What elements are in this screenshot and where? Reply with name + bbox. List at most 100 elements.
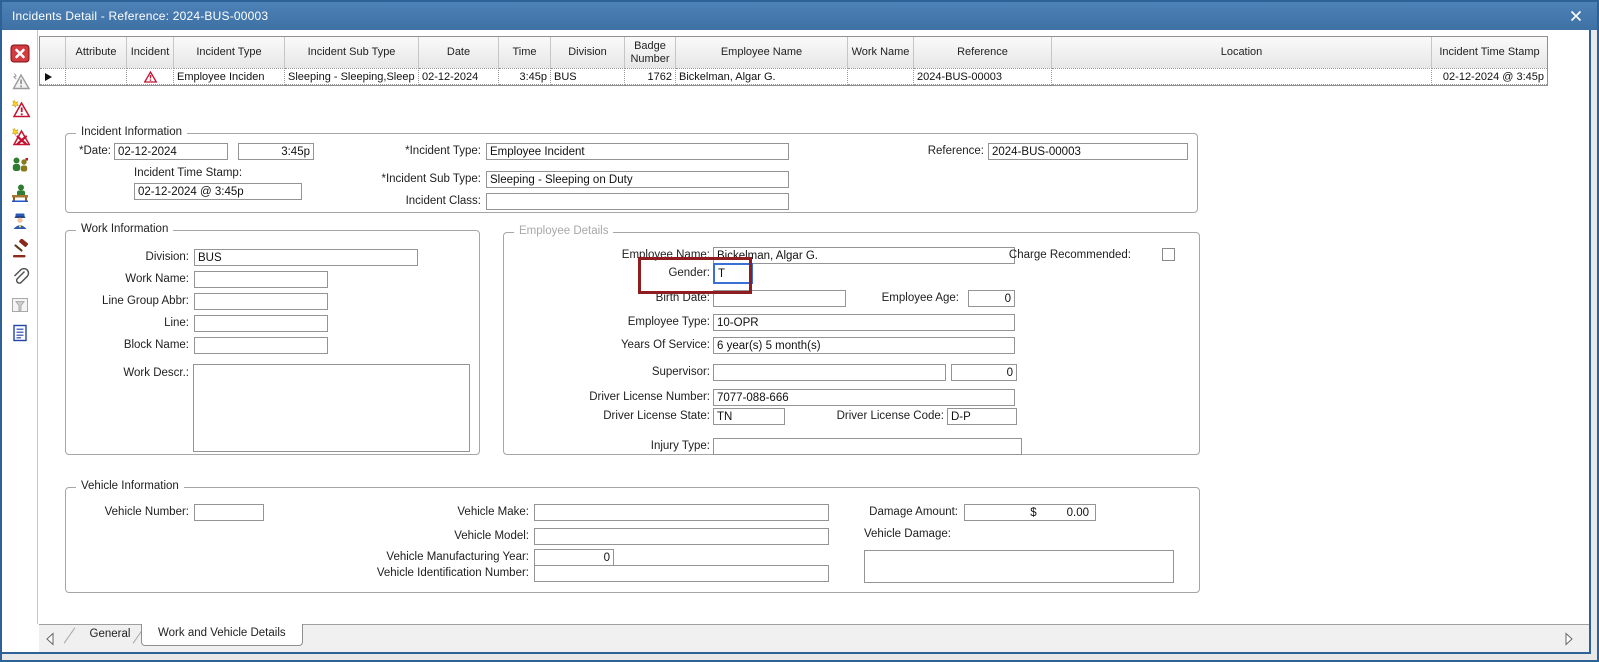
vehicle-year-label: Vehicle Manufacturing Year: (386, 551, 529, 563)
reference-label: Reference: (927, 145, 984, 157)
vehicle-number-field[interactable] (194, 504, 264, 521)
work-descr-textarea[interactable] (193, 364, 470, 452)
injury-type-field[interactable] (713, 438, 1022, 455)
persons-button[interactable] (8, 155, 32, 175)
charge-recommended-checkbox[interactable] (1162, 248, 1175, 261)
driver-license-state-field[interactable]: TN (713, 408, 785, 425)
cell-badge-number[interactable]: 1762 (625, 68, 676, 85)
cell-employee-name[interactable]: Bickelman, Algar G. (676, 68, 848, 85)
supervisor-label: Supervisor: (651, 366, 710, 378)
driver-license-number-field[interactable]: 7077-088-666 (713, 389, 1015, 406)
years-of-service-field[interactable]: 6 year(s) 5 month(s) (713, 337, 1015, 354)
line-field[interactable] (194, 315, 328, 332)
cell-incident-time-stamp[interactable]: 02-12-2024 @ 3:45p (1432, 68, 1547, 85)
tab-work-and-vehicle-details[interactable]: Work and Vehicle Details (141, 624, 303, 646)
incident-time-stamp-label: Incident Time Stamp: (134, 167, 243, 179)
gavel-icon (12, 239, 28, 258)
cell-reference[interactable]: 2024-BUS-00003 (914, 68, 1052, 85)
delete-record-button[interactable] (8, 43, 32, 63)
charge-recommended-label: Charge Recommended: (1008, 249, 1131, 261)
column-header-incident-sub-type[interactable]: Incident Sub Type (285, 37, 419, 68)
cell-incident-type[interactable]: Employee Inciden (174, 68, 285, 85)
row-selector-cell[interactable] (40, 68, 66, 85)
grid-header-row: Attribute Incident Incident Type Inciden… (40, 37, 1547, 68)
column-header-reference[interactable]: Reference (914, 37, 1052, 68)
vehicle-make-label: Vehicle Make: (457, 506, 529, 518)
cell-attribute[interactable] (66, 68, 127, 85)
supervisor-field[interactable] (713, 364, 946, 381)
red-x-icon (10, 44, 29, 62)
employee-type-field[interactable]: 10-OPR (713, 314, 1015, 331)
officer-button[interactable] (8, 211, 32, 231)
cell-incident[interactable] (127, 68, 174, 85)
employee-age-label: Employee Age: (881, 292, 959, 304)
vehicle-model-field[interactable] (534, 528, 829, 545)
tab-scroll-right-button[interactable] (1563, 631, 1575, 646)
police-officer-icon (13, 213, 26, 229)
client-area: Attribute Incident Incident Type Inciden… (2, 30, 1591, 654)
cell-date[interactable]: 02-12-2024 (419, 68, 499, 85)
attachments-button[interactable] (8, 267, 32, 287)
tab-general[interactable]: General (79, 628, 141, 640)
column-header-incident[interactable]: Incident (127, 37, 174, 68)
incident-time-stamp-field[interactable]: 02-12-2024 @ 3:45p (134, 183, 302, 200)
date-field[interactable]: 02-12-2024 (114, 143, 228, 160)
damage-amount-field[interactable]: $ 0.00 (964, 504, 1096, 521)
column-header-division[interactable]: Division (551, 37, 625, 68)
grid-data-row[interactable]: Employee Inciden Sleeping - Sleeping,Sle… (40, 68, 1547, 85)
column-header-incident-time-stamp[interactable]: Incident Time Stamp (1432, 37, 1547, 68)
incident-disabled-button (8, 71, 32, 91)
column-header-attribute[interactable]: Attribute (66, 37, 127, 68)
incident-time-field[interactable]: 3:45p (238, 143, 314, 160)
cell-time[interactable]: 3:45p (499, 68, 551, 85)
cell-location[interactable] (1052, 68, 1432, 85)
gender-field[interactable]: T (713, 263, 753, 284)
row-selector-icon (45, 72, 52, 81)
vehicle-make-field[interactable] (534, 504, 829, 521)
employee-type-label: Employee Type: (627, 316, 710, 328)
line-label: Line: (164, 317, 189, 329)
column-header-incident-type[interactable]: Incident Type (174, 37, 285, 68)
years-of-service-label: Years Of Service: (620, 339, 710, 351)
remove-incident-button[interactable] (8, 127, 32, 147)
cell-division[interactable]: BUS (551, 68, 625, 85)
cell-work-name[interactable] (848, 68, 914, 85)
tab-scroll-left-icon (46, 632, 54, 646)
vin-field[interactable] (534, 565, 829, 582)
column-header-location[interactable]: Location (1052, 37, 1432, 68)
employee-age-field[interactable]: 0 (968, 290, 1015, 307)
incident-class-field[interactable] (486, 193, 789, 210)
column-header-badge-number[interactable]: Badge Number (625, 37, 676, 68)
legal-button[interactable] (8, 239, 32, 259)
incident-type-field[interactable]: Employee Incident (486, 143, 789, 160)
gender-label: Gender: (668, 267, 710, 279)
vin-label: Vehicle Identification Number: (376, 567, 529, 579)
notes-button[interactable] (8, 323, 32, 343)
column-header-employee-name[interactable]: Employee Name (676, 37, 848, 68)
work-name-field[interactable] (194, 271, 328, 288)
supervisor-count-field[interactable]: 0 (951, 364, 1017, 381)
vehicle-year-field[interactable]: 0 (534, 549, 614, 566)
column-header-time[interactable]: Time (499, 37, 551, 68)
driver-license-code-field[interactable]: D-P (947, 408, 1017, 425)
new-incident-button[interactable] (8, 99, 32, 119)
driver-license-number-label: Driver License Number: (589, 391, 710, 403)
division-label: Division: (145, 251, 189, 263)
column-header-selector[interactable] (40, 37, 66, 68)
vehicle-damage-textarea[interactable] (864, 550, 1174, 583)
currency-symbol: $ (1030, 507, 1037, 519)
line-group-abbr-field[interactable] (194, 293, 328, 310)
incident-information-group: Incident Information *Date: 02-12-2024 3… (65, 126, 1198, 213)
incident-sub-type-field[interactable]: Sleeping - Sleeping on Duty (486, 171, 789, 188)
close-button[interactable] (1567, 7, 1585, 25)
employee-name-label: Employee Name: (621, 249, 710, 261)
cell-incident-sub-type[interactable]: Sleeping - Sleeping,Sleep (285, 68, 419, 85)
block-name-field[interactable] (194, 337, 328, 354)
employee-details-group: Employee Details Employee Name: Bickelma… (503, 225, 1200, 455)
column-header-date[interactable]: Date (419, 37, 499, 68)
column-header-work-name[interactable]: Work Name (848, 37, 914, 68)
division-field[interactable]: BUS (194, 249, 418, 266)
employee-record-button[interactable] (8, 183, 32, 203)
tab-scroll-left-button[interactable] (44, 631, 56, 646)
reference-field[interactable]: 2024-BUS-00003 (988, 143, 1188, 160)
